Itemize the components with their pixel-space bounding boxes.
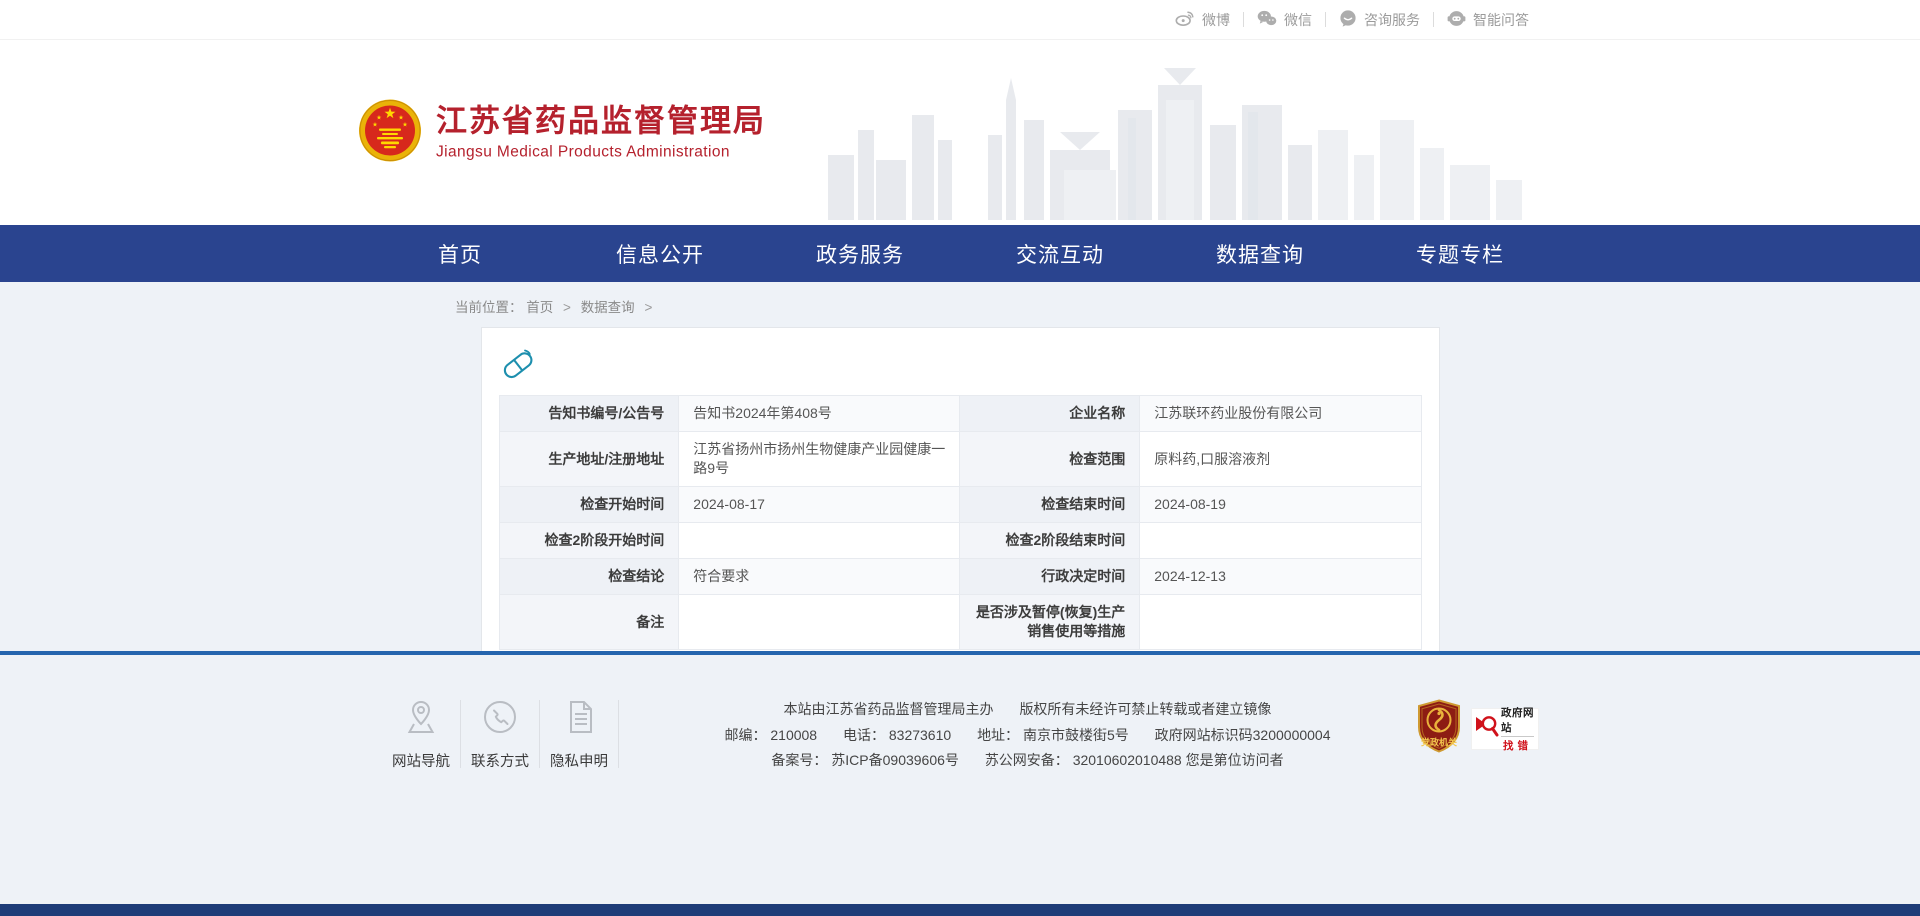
topbar-consult-label: 咨询服务 bbox=[1364, 10, 1420, 30]
document-icon bbox=[540, 697, 618, 737]
site-title: 江苏省药品监督管理局 bbox=[436, 104, 766, 140]
cell-label-company-name: 企业名称 bbox=[960, 396, 1140, 432]
cell-value-notice-number: 告知书2024年第408号 bbox=[679, 396, 960, 432]
footer-site-id-code: 政府网站标识码3200000004 bbox=[1155, 727, 1331, 743]
site-header: 江苏省药品监督管理局 Jiangsu Medical Products Admi… bbox=[0, 40, 1920, 225]
brand[interactable]: 江苏省药品监督管理局 Jiangsu Medical Products Admi… bbox=[358, 98, 766, 167]
table-row: 生产地址/注册地址 江苏省扬州市扬州生物健康产业园健康一路9号 检查范围 原料药… bbox=[499, 432, 1421, 487]
footer-links: 网站导航 联系方式 bbox=[382, 697, 619, 771]
find-error-badge-title: 政府网站 bbox=[1501, 705, 1534, 737]
topbar-wechat-label: 微信 bbox=[1284, 10, 1312, 30]
footer-icp-number: 备案号： 苏ICP备09039606号 bbox=[771, 752, 959, 768]
breadcrumb-home-link[interactable]: 首页 bbox=[526, 300, 553, 315]
party-gov-badge[interactable]: 党政机关 bbox=[1416, 699, 1462, 758]
cell-value-decision-date: 2024-12-13 bbox=[1140, 559, 1421, 595]
main-content: 当前位置： 首页 > 数据查询 > 告知书编号/公告号 告知书2024年第408… bbox=[0, 282, 1920, 651]
cell-value-end-date: 2024-08-19 bbox=[1140, 487, 1421, 523]
cell-label-inspection-scope: 检查范围 bbox=[960, 432, 1140, 487]
footer-link-label: 隐私申明 bbox=[540, 750, 618, 771]
footer-police-number: 苏公网安备： 32010602010488 您是第位访问者 bbox=[985, 752, 1284, 768]
cell-label-address: 生产地址/注册地址 bbox=[499, 432, 679, 487]
nav-item-home[interactable]: 首页 bbox=[360, 225, 560, 282]
cell-value-suspension-measures bbox=[1140, 595, 1421, 650]
table-row: 检查结论 符合要求 行政决定时间 2024-12-13 bbox=[499, 559, 1421, 595]
footer-badges: 党政机关 政府网站 找错 bbox=[1416, 697, 1538, 758]
find-error-badge[interactable]: 政府网站 找错 bbox=[1472, 709, 1538, 749]
footer-link-privacy[interactable]: 隐私申明 bbox=[540, 697, 618, 771]
table-row: 告知书编号/公告号 告知书2024年第408号 企业名称 江苏联环药业股份有限公… bbox=[499, 396, 1421, 432]
cell-value-company-name: 江苏联环药业股份有限公司 bbox=[1140, 396, 1421, 432]
cell-value-remarks bbox=[679, 595, 960, 650]
footer-host-text: 本站由江苏省药品监督管理局主办 bbox=[784, 701, 994, 717]
topbar-wechat[interactable]: 微信 bbox=[1244, 10, 1325, 30]
bottom-strip bbox=[0, 904, 1920, 916]
footer-link-label: 网站导航 bbox=[382, 750, 460, 771]
breadcrumb-separator: > bbox=[644, 300, 652, 315]
footer-line-1: 本站由江苏省药品监督管理局主办 版权所有未经许可禁止转载或者建立镜像 bbox=[649, 697, 1406, 723]
footer-link-label: 联系方式 bbox=[461, 750, 539, 771]
breadcrumb-separator: > bbox=[563, 300, 571, 315]
wechat-icon bbox=[1257, 10, 1277, 29]
topbar-weibo[interactable]: 微博 bbox=[1162, 10, 1243, 30]
cell-label-start-date: 检查开始时间 bbox=[499, 487, 679, 523]
footer-zipcode: 邮编： 210008 bbox=[724, 727, 817, 743]
topbar-qa-label: 智能问答 bbox=[1473, 10, 1529, 30]
topbar-consult[interactable]: 咨询服务 bbox=[1326, 10, 1433, 30]
cell-value-start-date: 2024-08-17 bbox=[679, 487, 960, 523]
weibo-icon bbox=[1175, 10, 1195, 29]
cell-value-conclusion: 符合要求 bbox=[679, 559, 960, 595]
main-nav: 首页 信息公开 政务服务 交流互动 数据查询 专题专栏 bbox=[0, 225, 1920, 282]
chat-icon bbox=[1339, 10, 1357, 30]
map-pin-icon bbox=[382, 697, 460, 737]
footer-link-sitemap[interactable]: 网站导航 bbox=[382, 697, 460, 771]
cell-label-phase2-end: 检查2阶段结束时间 bbox=[960, 523, 1140, 559]
cell-label-end-date: 检查结束时间 bbox=[960, 487, 1140, 523]
footer: 网站导航 联系方式 bbox=[0, 655, 1920, 904]
robot-icon bbox=[1447, 10, 1466, 30]
cell-label-conclusion: 检查结论 bbox=[499, 559, 679, 595]
breadcrumb: 当前位置： 首页 > 数据查询 > bbox=[455, 282, 1465, 327]
cell-label-decision-date: 行政决定时间 bbox=[960, 559, 1140, 595]
topbar: 微博 微信 咨询服务 bbox=[0, 0, 1920, 40]
nav-item-special-topics[interactable]: 专题专栏 bbox=[1360, 225, 1560, 282]
magnifier-icon bbox=[1474, 711, 1500, 746]
site-subtitle: Jiangsu Medical Products Administration bbox=[436, 144, 766, 162]
detail-card: 告知书编号/公告号 告知书2024年第408号 企业名称 江苏联环药业股份有限公… bbox=[481, 327, 1440, 663]
table-row: 备注 是否涉及暂停(恢复)生产销售使用等措施 bbox=[499, 595, 1421, 650]
cityscape-graphic bbox=[828, 60, 1528, 225]
national-emblem-logo bbox=[358, 98, 422, 167]
footer-line-2: 邮编： 210008 电话： 83273610 地址： 南京市鼓楼街5号 政府网… bbox=[649, 723, 1406, 749]
party-gov-badge-label: 党政机关 bbox=[1421, 737, 1457, 748]
cell-value-inspection-scope: 原料药,口服溶液剂 bbox=[1140, 432, 1421, 487]
topbar-qa[interactable]: 智能问答 bbox=[1434, 10, 1542, 30]
breadcrumb-section-link[interactable]: 数据查询 bbox=[581, 300, 635, 315]
nav-item-interaction[interactable]: 交流互动 bbox=[960, 225, 1160, 282]
cell-label-suspension-measures: 是否涉及暂停(恢复)生产销售使用等措施 bbox=[960, 595, 1140, 650]
footer-link-contact[interactable]: 联系方式 bbox=[461, 697, 539, 771]
table-row: 检查开始时间 2024-08-17 检查结束时间 2024-08-19 bbox=[499, 487, 1421, 523]
footer-address: 地址： 南京市鼓楼街5号 bbox=[977, 727, 1129, 743]
phone-icon bbox=[461, 697, 539, 737]
find-error-badge-subtitle: 找错 bbox=[1503, 738, 1532, 753]
breadcrumb-prefix: 当前位置： bbox=[455, 300, 523, 315]
nav-item-gov-services[interactable]: 政务服务 bbox=[760, 225, 960, 282]
pill-icon bbox=[499, 344, 1422, 395]
table-row: 检查2阶段开始时间 检查2阶段结束时间 bbox=[499, 523, 1421, 559]
cell-label-phase2-start: 检查2阶段开始时间 bbox=[499, 523, 679, 559]
footer-copyright-text: 版权所有未经许可禁止转载或者建立镜像 bbox=[1019, 701, 1271, 717]
footer-phone: 电话： 83273610 bbox=[843, 727, 951, 743]
footer-info: 本站由江苏省药品监督管理局主办 版权所有未经许可禁止转载或者建立镜像 邮编： 2… bbox=[619, 697, 1416, 774]
nav-item-info-disclosure[interactable]: 信息公开 bbox=[560, 225, 760, 282]
cell-value-phase2-start bbox=[679, 523, 960, 559]
topbar-weibo-label: 微博 bbox=[1202, 10, 1230, 30]
cell-label-remarks: 备注 bbox=[499, 595, 679, 650]
nav-item-data-query[interactable]: 数据查询 bbox=[1160, 225, 1360, 282]
cell-value-address: 江苏省扬州市扬州生物健康产业园健康一路9号 bbox=[679, 432, 960, 487]
cell-value-phase2-end bbox=[1140, 523, 1421, 559]
cell-label-notice-number: 告知书编号/公告号 bbox=[499, 396, 679, 432]
inspection-detail-table: 告知书编号/公告号 告知书2024年第408号 企业名称 江苏联环药业股份有限公… bbox=[499, 395, 1422, 650]
footer-line-3: 备案号： 苏ICP备09039606号 苏公网安备： 3201060201048… bbox=[649, 748, 1406, 774]
